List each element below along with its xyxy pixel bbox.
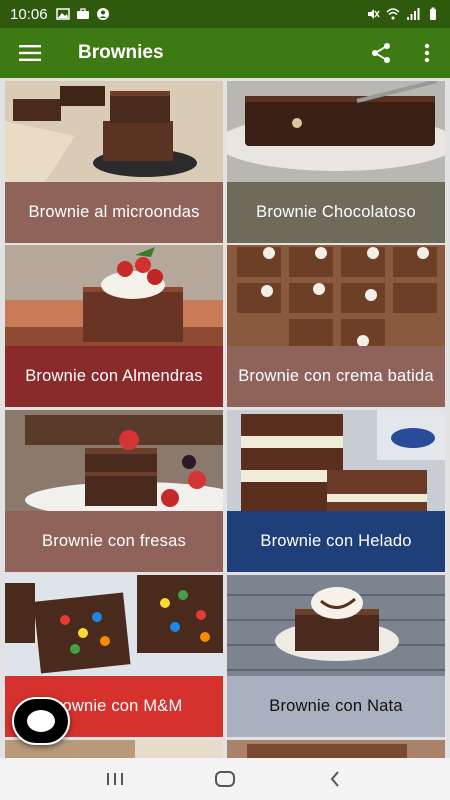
- recipe-photo: [227, 410, 445, 511]
- mute-icon: [368, 9, 380, 19]
- recipe-photo: [5, 575, 223, 676]
- recent-apps-icon: [107, 773, 123, 785]
- chat-bubble-icon: [27, 710, 55, 732]
- recipe-label: Brownie al microondas: [5, 182, 223, 243]
- status-bar: 10:06: [0, 0, 450, 28]
- recipe-label: Brownie con Nata: [227, 676, 445, 737]
- recipe-photo: [227, 575, 445, 676]
- recipe-photo: [227, 81, 445, 182]
- page-title: Brownies: [78, 42, 164, 63]
- recipe-card-brownie-con-helado[interactable]: Brownie con Helado: [227, 410, 445, 572]
- recipe-grid: Brownie al microondas Brownie Chocolatos…: [0, 78, 450, 758]
- recipe-label: Brownie con fresas: [5, 511, 223, 572]
- recipe-label: Brownie Chocolatoso: [227, 182, 445, 243]
- recipe-photo: [5, 245, 223, 346]
- recipe-card-brownie-con-nata[interactable]: Brownie con Nata: [227, 575, 445, 737]
- recipe-label: Brownie con Helado: [227, 511, 445, 572]
- recipe-card-brownie-al-microondas[interactable]: Brownie al microondas: [5, 81, 223, 243]
- recipe-photo: [227, 245, 445, 346]
- signal-icon: [407, 8, 420, 20]
- image-icon: [55, 8, 70, 20]
- recent-apps-button[interactable]: [90, 758, 140, 800]
- floating-chat-button[interactable]: [12, 697, 70, 745]
- share-icon: [372, 43, 390, 63]
- app-bar: Brownies: [0, 28, 450, 78]
- home-icon: [215, 771, 235, 787]
- system-navigation-bar: [0, 758, 450, 800]
- wifi-icon: [386, 8, 400, 20]
- recipe-card-brownie-con-fresas[interactable]: Brownie con fresas: [5, 410, 223, 572]
- recipe-label: Brownie con crema batida: [227, 346, 445, 407]
- briefcase-icon: [76, 8, 89, 19]
- more-options-button[interactable]: [404, 28, 450, 78]
- recipe-card-partial-right[interactable]: [227, 740, 445, 758]
- recipe-photo: [5, 81, 223, 182]
- battery-icon: [430, 7, 436, 20]
- back-button[interactable]: [310, 758, 360, 800]
- recipe-label: Brownie con Almendras: [5, 346, 223, 407]
- home-button[interactable]: [200, 758, 250, 800]
- recipe-photo: [227, 740, 445, 758]
- recipe-card-brownie-chocolatoso[interactable]: Brownie Chocolatoso: [227, 81, 445, 243]
- recipe-card-brownie-con-almendras[interactable]: Brownie con Almendras: [5, 245, 223, 407]
- more-vertical-icon: [424, 43, 430, 63]
- hamburger-menu-icon: [19, 45, 41, 61]
- menu-button[interactable]: [0, 28, 60, 78]
- share-button[interactable]: [358, 28, 404, 78]
- recipe-photo: [5, 410, 223, 511]
- account-icon: [96, 8, 109, 20]
- back-icon: [330, 771, 339, 787]
- status-time: 10:06: [10, 5, 48, 23]
- recipe-card-brownie-con-crema-batida[interactable]: Brownie con crema batida: [227, 245, 445, 407]
